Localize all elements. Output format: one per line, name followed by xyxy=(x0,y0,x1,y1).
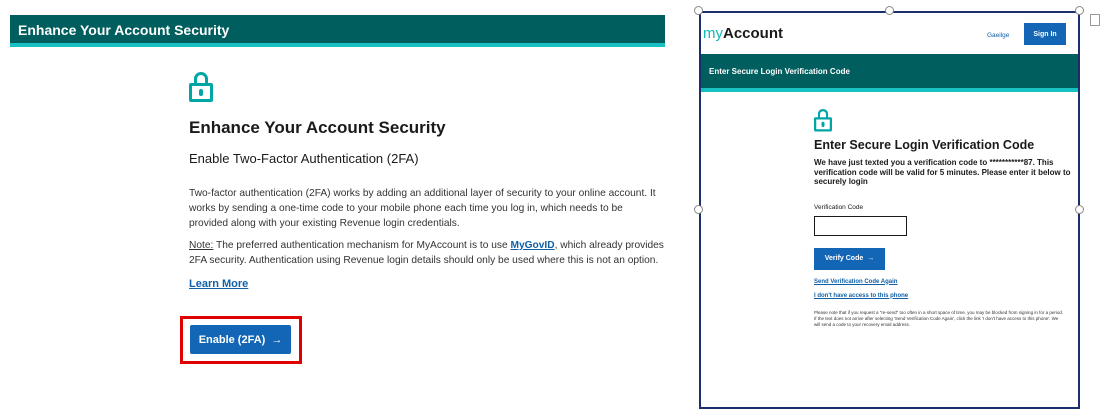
no-phone-access-link[interactable]: I don't have access to this phone xyxy=(814,293,1074,299)
page-header: Enhance Your Account Security xyxy=(10,15,665,47)
learn-more-link[interactable]: Learn More xyxy=(189,278,248,290)
verify-button-label: Verify Code xyxy=(824,255,864,262)
verification-code-input[interactable] xyxy=(814,215,907,236)
verification-header: Enter Secure Login Verification Code xyxy=(701,54,1078,92)
resend-warning-note: Please note that if you request a "re-se… xyxy=(814,309,1064,327)
resize-handle[interactable] xyxy=(885,6,894,15)
verification-instructions: We have just texted you a verification c… xyxy=(814,158,1071,186)
verify-code-button[interactable]: Verify Code → xyxy=(814,247,885,270)
sign-in-button[interactable]: Sign In xyxy=(1024,23,1066,45)
mygovid-link[interactable]: MyGovID xyxy=(510,240,554,251)
verification-code-label: Verification Code xyxy=(814,203,864,211)
language-link[interactable]: Gaeilge xyxy=(987,32,1009,39)
layout-options-icon[interactable] xyxy=(1090,14,1100,26)
arrow-right-icon: → xyxy=(271,333,283,346)
header-title: Enhance Your Account Security xyxy=(18,22,230,38)
description-paragraph: Two-factor authentication (2FA) works by… xyxy=(189,188,656,229)
verification-screenshot: myAccount Gaeilge Sign In Enter Secure L… xyxy=(699,11,1080,409)
main-content: Enhance Your Account Security Enable Two… xyxy=(189,72,664,292)
lock-icon xyxy=(814,109,832,132)
resize-handle[interactable] xyxy=(694,205,703,214)
resize-handle[interactable] xyxy=(694,6,703,15)
note-label: Note: xyxy=(189,240,214,251)
page-subtitle: Enable Two-Factor Authentication (2FA) xyxy=(189,151,419,166)
myaccount-logo: myAccount xyxy=(703,25,783,42)
verification-content: Enter Secure Login Verification Code We … xyxy=(814,109,1074,328)
resize-handle[interactable] xyxy=(1075,205,1084,214)
resend-code-link[interactable]: Send Verification Code Again xyxy=(814,279,1074,285)
highlight-box: Enable (2FA) → xyxy=(180,316,302,364)
arrow-right-icon: → xyxy=(867,255,875,262)
lock-icon xyxy=(189,72,213,102)
note-paragraph: Note: The preferred authentication mecha… xyxy=(189,238,664,268)
enable-button-label: Enable (2FA) xyxy=(198,333,266,346)
resize-handle[interactable] xyxy=(1075,6,1084,15)
verification-header-title: Enter Secure Login Verification Code xyxy=(709,67,850,76)
note-text-before: The preferred authentication mechanism f… xyxy=(213,240,511,251)
enable-2fa-button[interactable]: Enable (2FA) → xyxy=(190,325,291,354)
page-title: Enhance Your Account Security xyxy=(189,118,446,137)
verification-title: Enter Secure Login Verification Code xyxy=(814,138,1035,152)
